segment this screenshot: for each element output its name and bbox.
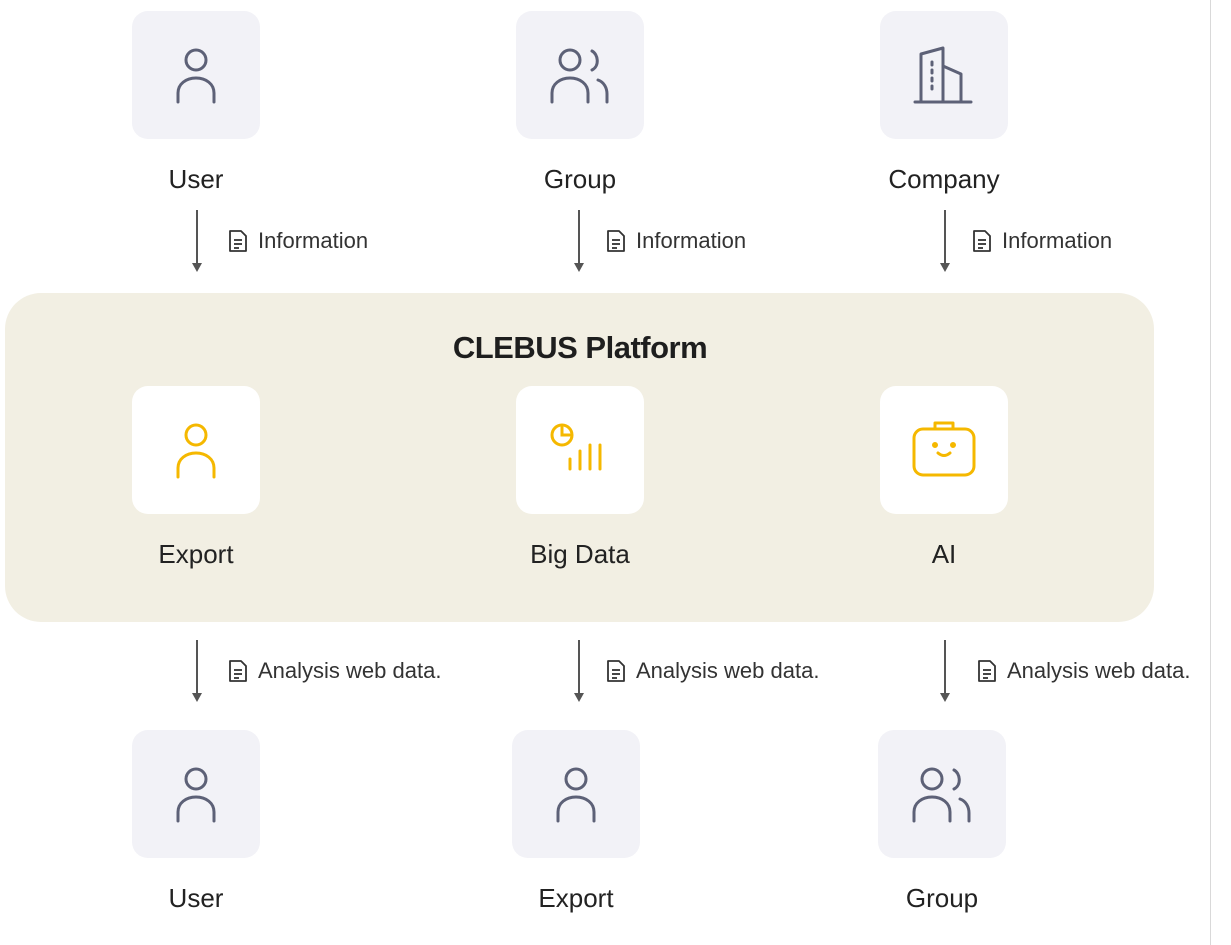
flow-label-text: Analysis web data. [1007, 658, 1191, 683]
document-icon [229, 660, 247, 682]
input-tile-group [516, 11, 644, 139]
module-label-export: Export [158, 539, 234, 569]
group-icon [550, 48, 609, 104]
module-tile-ai [880, 386, 1008, 514]
flow-arrow-down [574, 640, 584, 702]
flow-label-analysis: Analysis web data. [228, 658, 441, 684]
document-icon [607, 230, 625, 252]
chart-icon [550, 423, 602, 471]
output-node-user: User [132, 730, 260, 913]
flow-label-text: Information [1002, 228, 1113, 253]
flow-label-information: Information [972, 228, 1112, 254]
flow-label-text: Analysis web data. [258, 658, 442, 683]
flow-label-analysis: Analysis web data. [977, 658, 1190, 684]
output-tile-export [512, 730, 640, 858]
user-icon [176, 48, 216, 104]
document-icon [978, 660, 996, 682]
input-label-group: Group [543, 164, 617, 194]
module-node-big-data: Big Data [516, 386, 644, 569]
module-tile-export [132, 386, 260, 514]
input-label-company: Company [888, 164, 1000, 194]
document-icon [607, 660, 625, 682]
output-node-group: Group [878, 730, 1006, 913]
flow-label-text: Analysis web data. [636, 658, 820, 683]
platform-title: CLEBUS Platform [452, 330, 708, 365]
flow-label-analysis: Analysis web data. [606, 658, 819, 684]
output-label-user: User [168, 883, 224, 913]
module-tile-big-data [516, 386, 644, 514]
output-label-export: Export [538, 883, 614, 913]
input-node-group: Group [516, 11, 644, 194]
module-node-ai: AI [880, 386, 1008, 569]
right-divider [1210, 0, 1211, 945]
flow-label-text: Information [636, 228, 747, 253]
output-node-export: Export [512, 730, 640, 913]
flow-arrow-down [940, 640, 950, 702]
flow-label-information: Information [228, 228, 368, 254]
flow-label-text: Information [258, 228, 369, 253]
document-icon [229, 230, 247, 252]
output-tile-user [132, 730, 260, 858]
flow-arrow-down [192, 640, 202, 702]
flow-arrow-down [574, 210, 584, 272]
building-icon [913, 46, 973, 104]
document-icon [973, 230, 991, 252]
input-node-user: User [132, 11, 260, 194]
input-tile-user [132, 11, 260, 139]
module-label-big-data: Big Data [530, 539, 630, 569]
input-node-company: Company [880, 11, 1008, 194]
group-icon [912, 767, 971, 823]
robot-icon [912, 421, 976, 477]
input-tile-company [880, 11, 1008, 139]
module-node-export: Export [132, 386, 260, 569]
user-icon [176, 423, 216, 479]
output-label-group: Group [905, 883, 979, 913]
output-tile-group [878, 730, 1006, 858]
module-label-ai: AI [931, 539, 957, 569]
flow-arrow-down [192, 210, 202, 272]
user-icon [176, 767, 216, 823]
flow-arrow-down [940, 210, 950, 272]
flow-label-information: Information [606, 228, 746, 254]
user-icon [556, 767, 596, 823]
input-label-user: User [168, 164, 224, 194]
